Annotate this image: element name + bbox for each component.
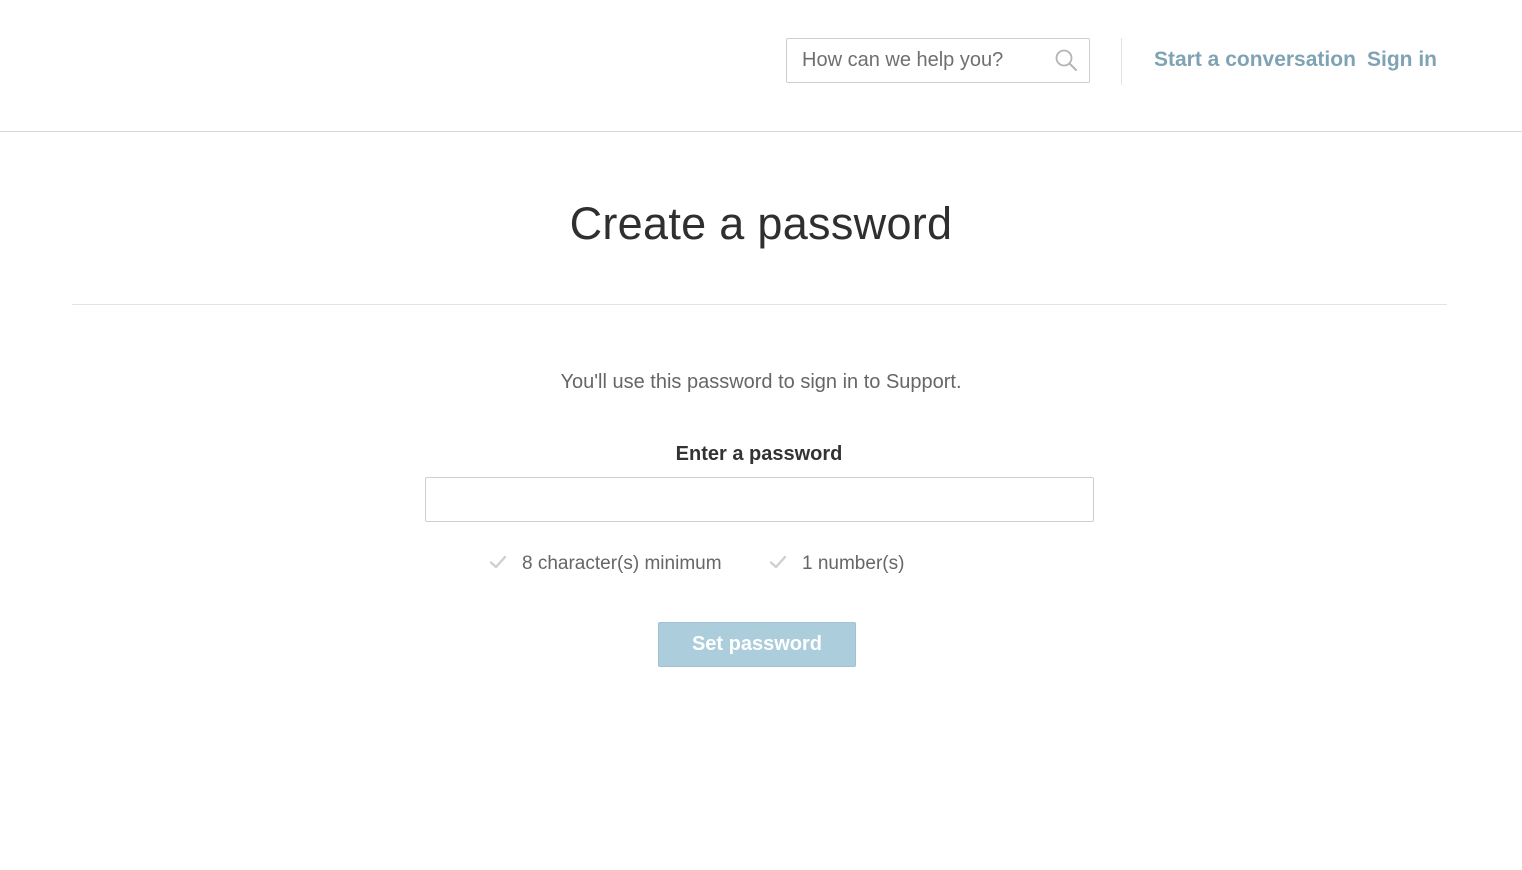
search-box[interactable]: [786, 38, 1090, 83]
set-password-button[interactable]: Set password: [658, 622, 856, 667]
check-icon: [769, 555, 787, 569]
title-divider: [72, 304, 1447, 305]
requirement-label: 8 character(s) minimum: [522, 553, 722, 574]
page-title: Create a password: [569, 198, 953, 249]
requirement-min-length: 8 character(s) minimum: [488, 550, 722, 578]
password-label: Enter a password: [675, 443, 843, 465]
start-conversation-link[interactable]: Start a conversation: [1154, 46, 1356, 74]
requirement-number: 1 number(s): [768, 550, 904, 578]
check-icon: [489, 555, 507, 569]
requirement-label: 1 number(s): [802, 553, 905, 574]
sign-in-link[interactable]: Sign in: [1367, 46, 1437, 74]
password-field[interactable]: [425, 477, 1094, 522]
header-divider: [1121, 38, 1122, 85]
intro-text: You'll use this password to sign in to S…: [560, 371, 962, 393]
search-input[interactable]: [787, 39, 1047, 82]
site-header: Start a conversation Sign in: [0, 0, 1522, 132]
search-icon[interactable]: [1054, 48, 1078, 72]
